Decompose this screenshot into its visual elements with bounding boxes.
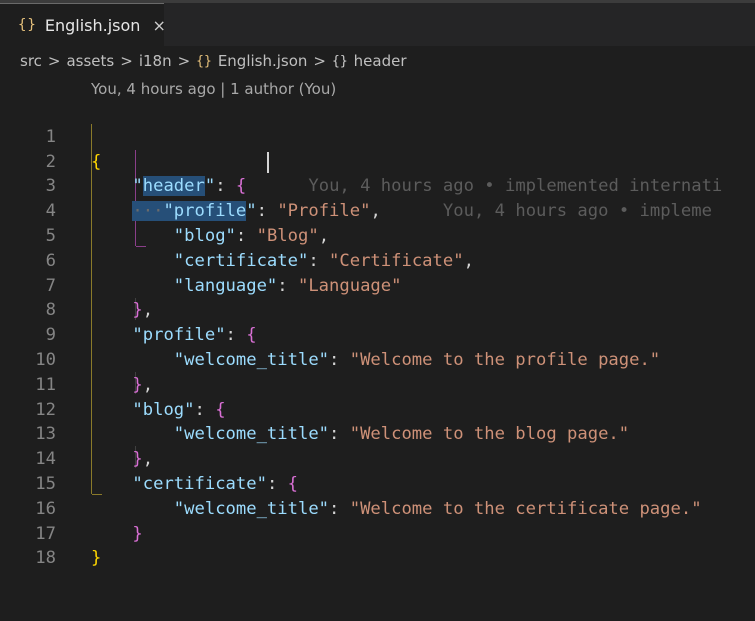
code-line-17: 17 } (0, 497, 755, 569)
json-file-icon: {} (196, 53, 212, 69)
code-line-1: 1 { (0, 100, 755, 172)
code-line-7: 7 }, (0, 249, 755, 321)
code-line-16: 16 } (0, 472, 755, 544)
close-icon[interactable]: × (152, 16, 165, 35)
code-line-6: 6 "language": "Language" (0, 224, 755, 296)
code-line-5: 5 "certificate": "Certificate", (0, 199, 755, 271)
line-number: 18 (35, 548, 56, 569)
code-line-12: 12 "welcome_title": "Welcome to the blog… (0, 373, 755, 445)
chevron-right-icon: > (120, 52, 133, 70)
code-line-14: 14 "certificate": { (0, 422, 755, 494)
breadcrumb: src > assets > i18n > {} English.json > … (0, 46, 755, 76)
code-line-18: 18 (0, 522, 755, 568)
code-line-10: 10 }, (0, 323, 755, 395)
code-line-8: 8 "profile": { (0, 274, 755, 345)
json-file-icon: {} (18, 17, 37, 33)
codelens-blame[interactable]: You, 4 hours ago | 1 author (You) (91, 80, 336, 98)
code-line-11: 11 "blog": { (0, 348, 755, 420)
text-cursor (267, 151, 269, 173)
breadcrumb-item-file[interactable]: English.json (218, 52, 308, 70)
chevron-right-icon: > (47, 52, 61, 70)
code-line-9: 9 "welcome_title": "Welcome to the profi… (0, 298, 755, 370)
code-line-3: 3 ···"profile": "Profile", You, 4 hours … (0, 150, 755, 222)
close-brace: } (91, 548, 102, 569)
breadcrumb-item-i18n[interactable]: i18n (139, 52, 172, 70)
tab-label: English.json (44, 15, 141, 35)
object-symbol-icon: {} (332, 53, 348, 69)
breadcrumb-item-assets[interactable]: assets (66, 52, 114, 70)
chevron-right-icon: > (177, 52, 191, 70)
tab-bar: {} English.json × (0, 3, 755, 46)
breadcrumb-item-symbol[interactable]: header (354, 52, 407, 70)
chevron-right-icon: > (313, 52, 326, 70)
tab-english-json[interactable]: {} English.json × (0, 3, 166, 46)
code-line-15: 15 "welcome_title": "Welcome to the cert… (0, 447, 755, 519)
code-line-2: 2 "header": { You, 4 hours ago • impleme… (0, 125, 755, 197)
code-line-4: 4 "blog": "Blog", (0, 174, 755, 246)
breadcrumb-item-src[interactable]: src (20, 52, 42, 70)
code-line-13: 13 }, (0, 398, 755, 469)
code-editor[interactable]: 1 { 2 "header": { You, 4 hours ago • imp… (0, 100, 755, 569)
